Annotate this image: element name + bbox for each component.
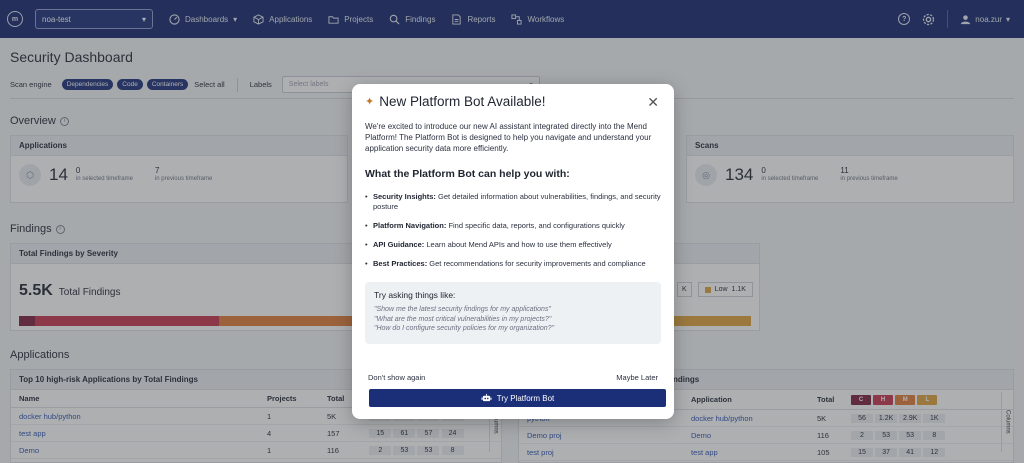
feature-name: Platform Navigation:: [373, 221, 447, 230]
try-button-label: Try Platform Bot: [496, 393, 555, 403]
modal-help-heading: What the Platform Bot can help you with:: [365, 168, 570, 180]
example-questions-box: Try asking things like: "Show me the lat…: [365, 282, 661, 344]
maybe-later-button[interactable]: Maybe Later: [616, 373, 658, 382]
feature-name: API Guidance:: [373, 240, 425, 249]
feature-name: Best Practices:: [373, 259, 428, 268]
feature-desc: Get recommendations for security improve…: [429, 259, 646, 268]
feature-list: Security Insights: Get detailed informat…: [365, 192, 665, 278]
list-item: Best Practices: Get recommendations for …: [365, 259, 665, 269]
close-icon[interactable]: ✕: [647, 94, 659, 111]
feature-desc: Find specific data, reports, and configu…: [448, 221, 625, 230]
try-platform-bot-button[interactable]: Try Platform Bot: [369, 389, 666, 407]
example-question: "How do I configure security policies fo…: [374, 325, 555, 332]
robot-icon: [481, 393, 492, 402]
modal-title: ✦ New Platform Bot Available!: [365, 94, 546, 109]
example-question: "Show me the latest security findings fo…: [374, 306, 551, 313]
dont-show-again-button[interactable]: Don't show again: [368, 373, 425, 382]
list-item: Security Insights: Get detailed informat…: [365, 192, 665, 212]
feature-name: Security Insights:: [373, 192, 436, 201]
list-item: Platform Navigation: Find specific data,…: [365, 221, 665, 231]
modal-title-text: New Platform Bot Available!: [379, 94, 546, 109]
platform-bot-modal: ✦ New Platform Bot Available! ✕ We're ex…: [352, 84, 674, 419]
modal-intro: We're excited to introduce our new AI as…: [365, 122, 652, 153]
try-heading: Try asking things like:: [374, 290, 456, 300]
feature-desc: Learn about Mend APIs and how to use the…: [426, 240, 612, 249]
party-popper-icon: ✦: [365, 96, 375, 108]
example-question: "What are the most critical vulnerabilit…: [374, 315, 552, 323]
list-item: API Guidance: Learn about Mend APIs and …: [365, 240, 665, 250]
